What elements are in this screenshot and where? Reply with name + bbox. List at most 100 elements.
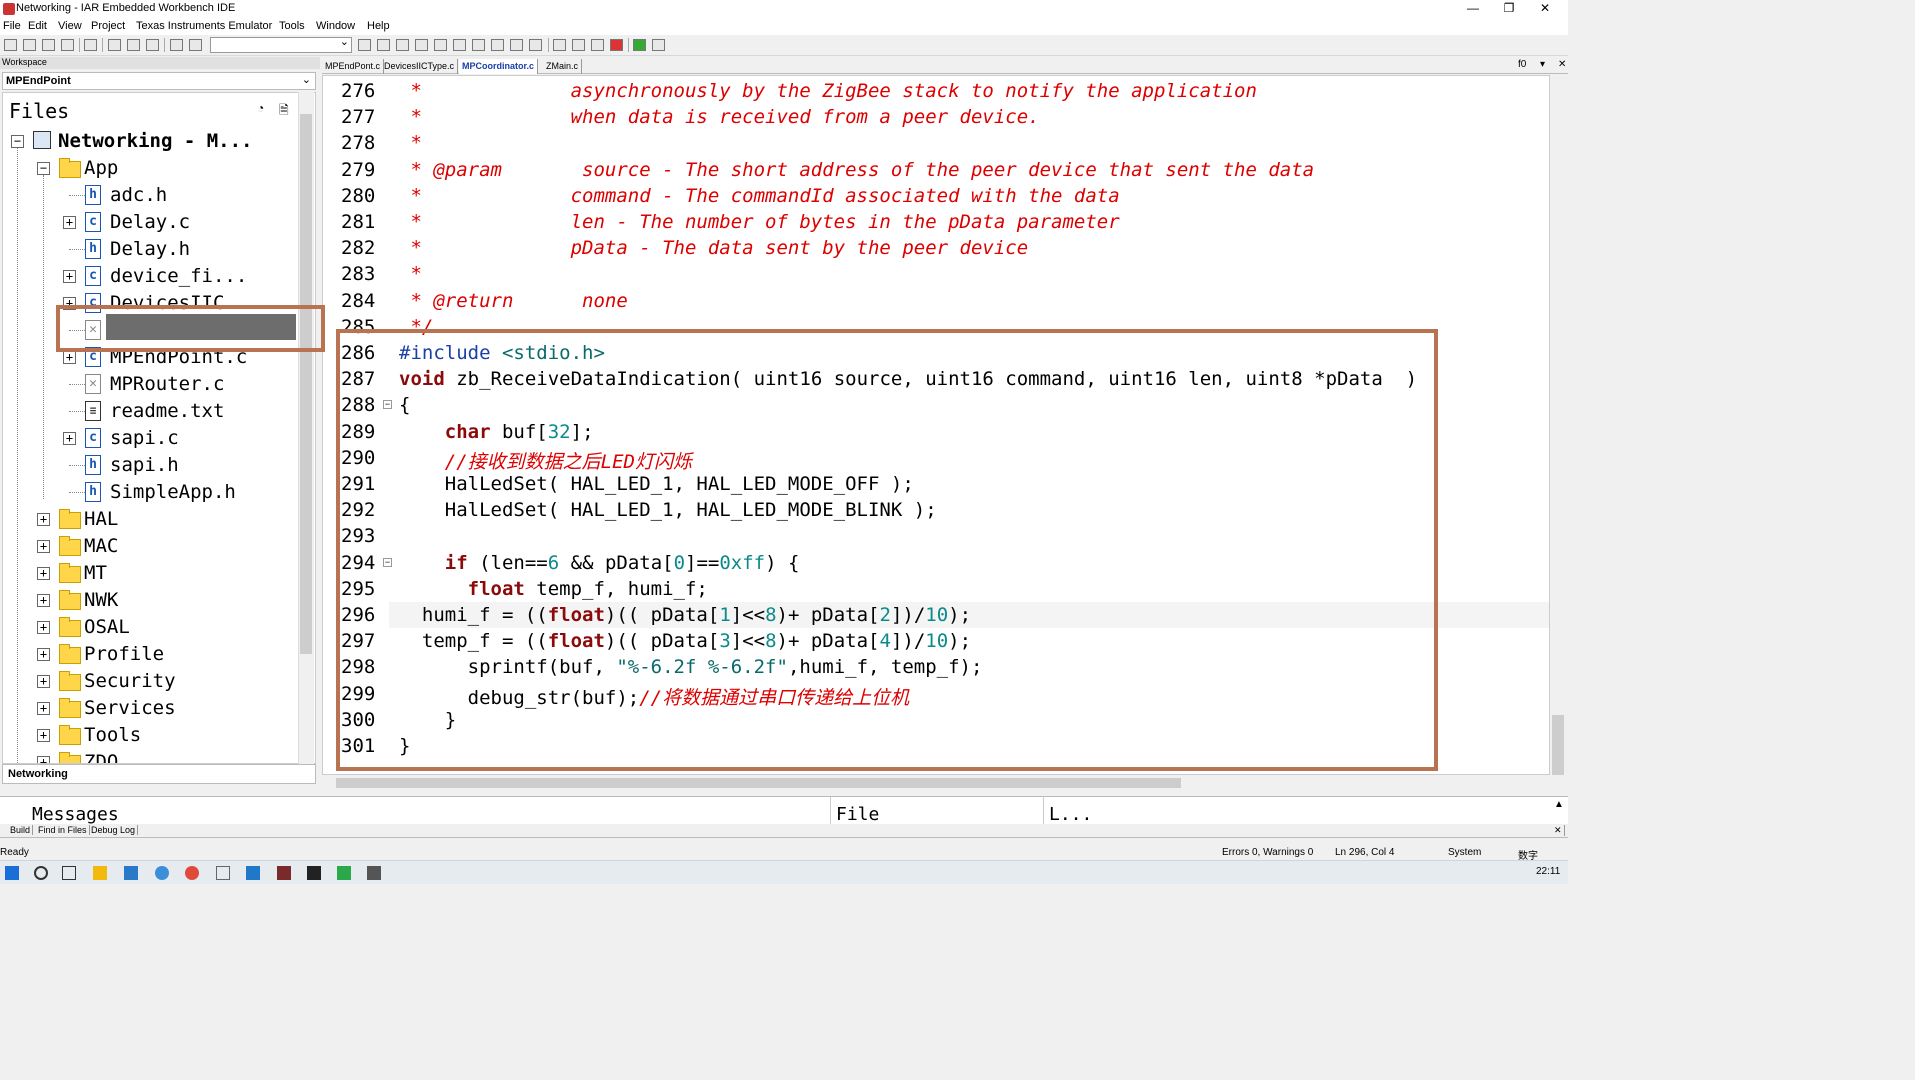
tab-build[interactable]: Build bbox=[8, 825, 34, 835]
compile-icon[interactable] bbox=[553, 39, 566, 51]
app-icon-6[interactable] bbox=[277, 866, 291, 880]
paste-icon[interactable] bbox=[146, 39, 159, 51]
workspace-tab-networking[interactable]: Networking bbox=[2, 764, 316, 784]
workspace-scroll-thumb[interactable] bbox=[300, 114, 312, 654]
edge-icon[interactable] bbox=[155, 866, 169, 880]
nav-forward-icon[interactable] bbox=[529, 39, 542, 51]
editor-vertical-thumb[interactable] bbox=[1552, 715, 1564, 775]
tree-item[interactable]: + MAC bbox=[3, 533, 299, 560]
code-line[interactable]: * @param source - The short address of t… bbox=[399, 159, 1314, 181]
chrome-icon[interactable] bbox=[185, 866, 199, 880]
code-line[interactable]: * bbox=[399, 132, 421, 154]
expand-icon[interactable]: + bbox=[63, 216, 76, 229]
menu-tools[interactable]: Tools bbox=[279, 20, 305, 32]
replace-icon[interactable] bbox=[415, 39, 428, 51]
tree-item[interactable]: + ZDO bbox=[3, 749, 299, 763]
function-combo[interactable]: f0 bbox=[1518, 59, 1526, 70]
copy-icon[interactable] bbox=[127, 39, 140, 51]
print-icon[interactable] bbox=[84, 39, 97, 51]
breakpoint-icon[interactable] bbox=[610, 39, 623, 51]
expand-icon[interactable]: + bbox=[37, 621, 50, 634]
line-col-header[interactable]: L... bbox=[1049, 804, 1092, 825]
iar-icon[interactable] bbox=[367, 866, 381, 880]
expand-icon[interactable]: + bbox=[37, 594, 50, 607]
menu-ti-emulator[interactable]: Texas Instruments Emulator bbox=[136, 20, 272, 32]
tree-item[interactable]: ✕ MPRouter.c bbox=[3, 371, 299, 398]
tree-item[interactable]: + Tools bbox=[3, 722, 299, 749]
expand-icon[interactable]: + bbox=[37, 675, 50, 688]
typora-icon[interactable] bbox=[216, 866, 230, 880]
nav-back-icon[interactable] bbox=[510, 39, 523, 51]
messages-col-header[interactable]: Messages bbox=[32, 804, 119, 825]
find-prev-icon[interactable] bbox=[396, 39, 409, 51]
menu-file[interactable]: File bbox=[3, 20, 21, 32]
expand-icon[interactable]: + bbox=[37, 702, 50, 715]
file-col-header[interactable]: File bbox=[836, 804, 879, 825]
expand-icon[interactable]: + bbox=[63, 351, 76, 364]
save-icon[interactable] bbox=[42, 39, 55, 51]
expand-icon[interactable]: + bbox=[63, 270, 76, 283]
menu-view[interactable]: View bbox=[58, 20, 82, 32]
find-combo[interactable] bbox=[210, 35, 352, 53]
tree-item[interactable]: h sapi.h bbox=[3, 452, 299, 479]
expand-icon[interactable]: + bbox=[37, 648, 50, 661]
make-icon[interactable] bbox=[572, 39, 585, 51]
close-messages-icon[interactable]: ✕ bbox=[1552, 825, 1565, 836]
expand-icon[interactable]: + bbox=[37, 567, 50, 580]
messages-scroll-up[interactable]: ▲ bbox=[1554, 799, 1564, 810]
tree-item[interactable]: + NWK bbox=[3, 587, 299, 614]
expand-icon[interactable]: + bbox=[37, 513, 50, 526]
new-file-icon[interactable] bbox=[4, 39, 17, 51]
tree-item[interactable]: h Delay.h bbox=[3, 236, 299, 263]
tab-mpcoordinator[interactable]: MPCoordinator.c bbox=[459, 59, 539, 74]
vscode-icon[interactable] bbox=[246, 866, 260, 880]
app-icon-7[interactable] bbox=[307, 866, 321, 880]
tree-item[interactable]: ≡ readme.txt bbox=[3, 398, 299, 425]
find-next-icon[interactable] bbox=[377, 39, 390, 51]
project-config-select[interactable]: MPEndPoint ⌄ bbox=[2, 72, 316, 90]
tree-item[interactable]: + Services bbox=[3, 695, 299, 722]
code-line[interactable]: * command - The commandId associated wit… bbox=[399, 185, 1119, 207]
task-view-icon[interactable] bbox=[62, 866, 76, 880]
tree-item[interactable]: + c device_fi... bbox=[3, 263, 299, 290]
tab-mpendpont[interactable]: MPEndPont.c bbox=[322, 59, 385, 74]
cut-icon[interactable] bbox=[108, 39, 121, 51]
search-icon[interactable] bbox=[34, 866, 48, 880]
maximize-button[interactable]: ❐ bbox=[1494, 1, 1524, 17]
tree-item[interactable]: − Networking - M... bbox=[3, 128, 299, 155]
goto-icon[interactable] bbox=[434, 39, 447, 51]
debug-no-download-icon[interactable] bbox=[652, 39, 665, 51]
open-icon[interactable] bbox=[23, 39, 36, 51]
menu-help[interactable]: Help bbox=[367, 20, 390, 32]
stop-build-icon[interactable] bbox=[591, 39, 604, 51]
code-line[interactable]: * pData - The data sent by the peer devi… bbox=[399, 237, 1028, 259]
menu-window[interactable]: Window bbox=[316, 20, 355, 32]
close-button[interactable]: ✕ bbox=[1530, 1, 1560, 17]
tree-item[interactable]: + Security bbox=[3, 668, 299, 695]
menu-project[interactable]: Project bbox=[91, 20, 125, 32]
tree-item[interactable]: + MT bbox=[3, 560, 299, 587]
code-line[interactable]: * len - The number of bytes in the pData… bbox=[399, 211, 1119, 233]
find-icon[interactable] bbox=[358, 39, 371, 51]
code-line[interactable]: * bbox=[399, 263, 421, 285]
bookmark-icon[interactable] bbox=[453, 39, 466, 51]
expand-icon[interactable]: + bbox=[37, 540, 50, 553]
code-line[interactable]: * @return none bbox=[399, 290, 627, 312]
save-all-icon[interactable] bbox=[61, 39, 74, 51]
editor-horizontal-thumb[interactable] bbox=[336, 778, 1181, 788]
start-icon[interactable] bbox=[5, 866, 19, 880]
tree-item[interactable]: + c sapi.c bbox=[3, 425, 299, 452]
tab-find-in-files[interactable]: Find in Files bbox=[36, 825, 90, 835]
tree-item[interactable]: + Profile bbox=[3, 641, 299, 668]
expand-icon[interactable]: + bbox=[37, 756, 50, 763]
code-line[interactable]: * asynchronously by the ZigBee stack to … bbox=[399, 80, 1257, 102]
editor-vertical-scrollbar[interactable] bbox=[1550, 75, 1566, 775]
tree-item[interactable]: h SimpleApp.h bbox=[3, 479, 299, 506]
mail-icon[interactable] bbox=[124, 866, 138, 880]
debug-icon[interactable] bbox=[633, 39, 646, 51]
tree-item[interactable]: h adc.h bbox=[3, 182, 299, 209]
tab-zmain[interactable]: ZMain.c bbox=[543, 59, 583, 74]
tree-item[interactable]: + HAL bbox=[3, 506, 299, 533]
expand-icon[interactable]: + bbox=[63, 432, 76, 445]
code-line[interactable]: * when data is received from a peer devi… bbox=[399, 106, 1039, 128]
